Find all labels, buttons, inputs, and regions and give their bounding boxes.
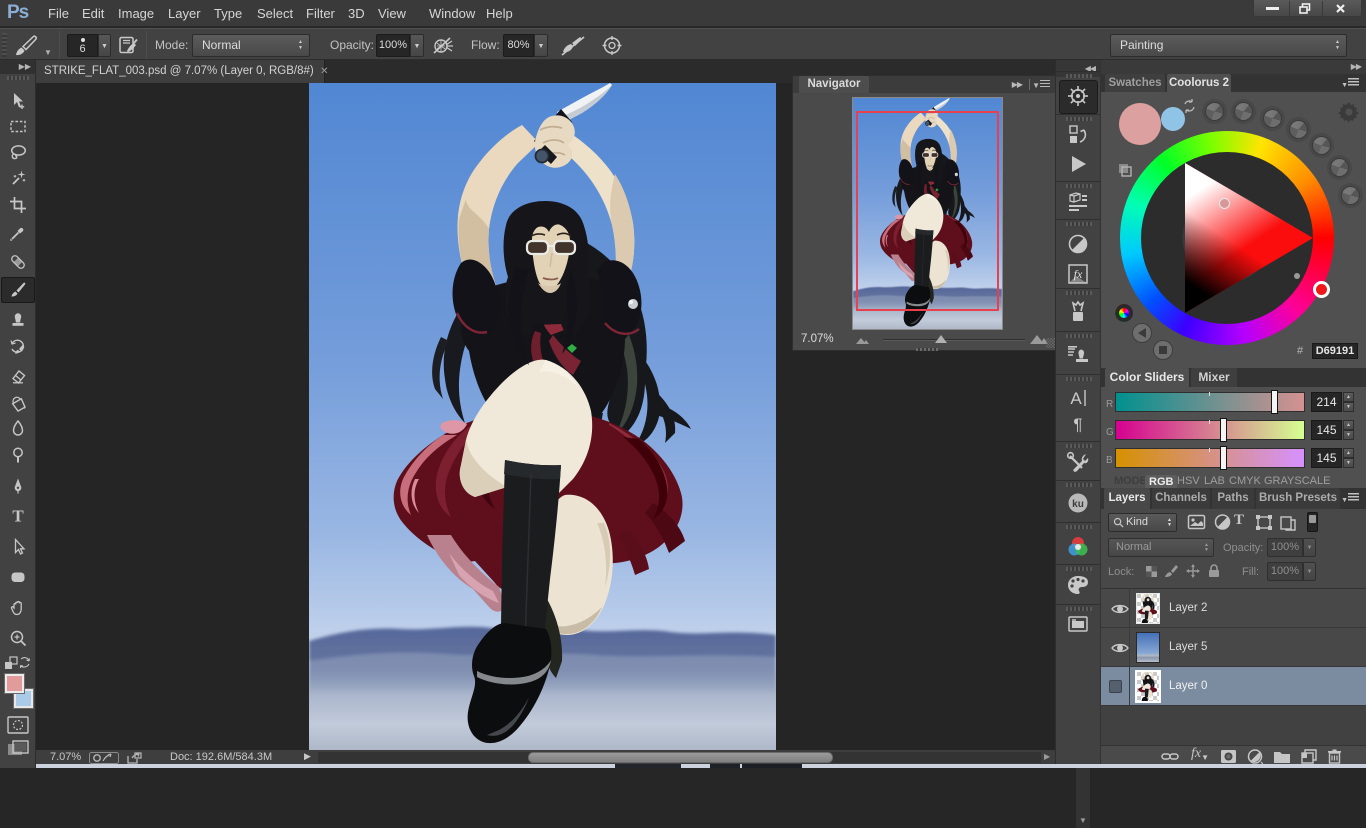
svg-text:A: A [1070,389,1082,408]
svg-text:fx: fx [1074,267,1083,281]
svg-text:T: T [12,507,24,525]
svg-text:¶: ¶ [1073,415,1082,434]
svg-text:ku: ku [1072,499,1084,510]
